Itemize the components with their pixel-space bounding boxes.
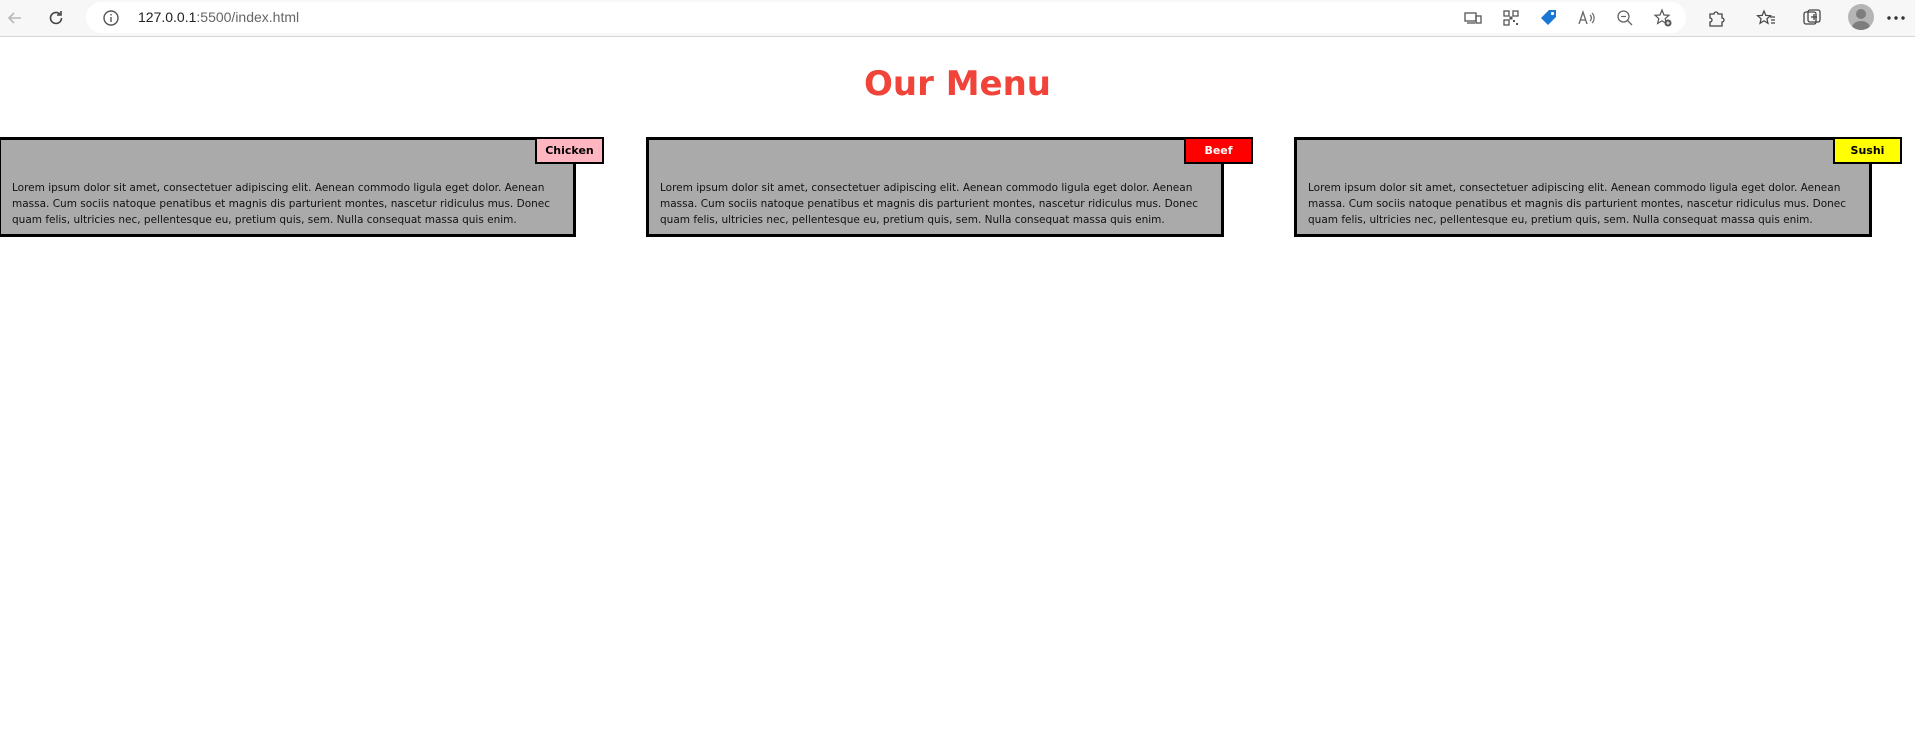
url-host: 127.0.0.1 [138,9,197,25]
extensions-icon[interactable] [1701,3,1731,33]
shopping-tag-icon[interactable] [1538,7,1560,29]
read-aloud-icon[interactable] [1576,7,1598,29]
favorites-icon[interactable] [1751,3,1781,33]
browser-toolbar: 127.0.0.1:5500/index.html [0,0,1915,37]
info-icon[interactable] [102,9,120,27]
menu-card-chicken: Lorem ipsum dolor sit amet, consectetuer… [0,137,576,237]
qr-code-icon[interactable] [1500,7,1522,29]
collections-icon[interactable] [1797,3,1827,33]
avatar-head [1856,9,1866,19]
menu-tag-chicken: Chicken [535,137,604,164]
zoom-out-icon[interactable] [1614,7,1636,29]
menu-card-sushi: Lorem ipsum dolor sit amet, consectetuer… [1294,137,1872,237]
avatar-body [1852,21,1870,30]
profile-avatar-icon[interactable] [1848,4,1874,30]
address-bar[interactable]: 127.0.0.1:5500/index.html [86,2,1686,33]
back-arrow-icon[interactable] [0,3,30,33]
app-available-icon[interactable] [1462,7,1484,29]
menu-tag-beef: Beef [1184,137,1253,164]
reload-icon[interactable] [41,3,71,33]
menu-card-beef: Lorem ipsum dolor sit amet, consectetuer… [646,137,1224,237]
url-path: :5500/index.html [196,9,300,25]
menu-card-text: Lorem ipsum dolor sit amet, consectetuer… [1308,182,1847,226]
menu-tag-sushi: Sushi [1833,137,1902,164]
page-title: Our Menu [863,64,1052,104]
menu-card-text: Lorem ipsum dolor sit amet, consectetuer… [12,182,551,226]
menu-card-text: Lorem ipsum dolor sit amet, consectetuer… [660,182,1199,226]
add-favorite-icon[interactable] [1652,7,1674,29]
url-text[interactable]: 127.0.0.1:5500/index.html [138,9,299,25]
more-options-icon[interactable] [1881,3,1911,33]
